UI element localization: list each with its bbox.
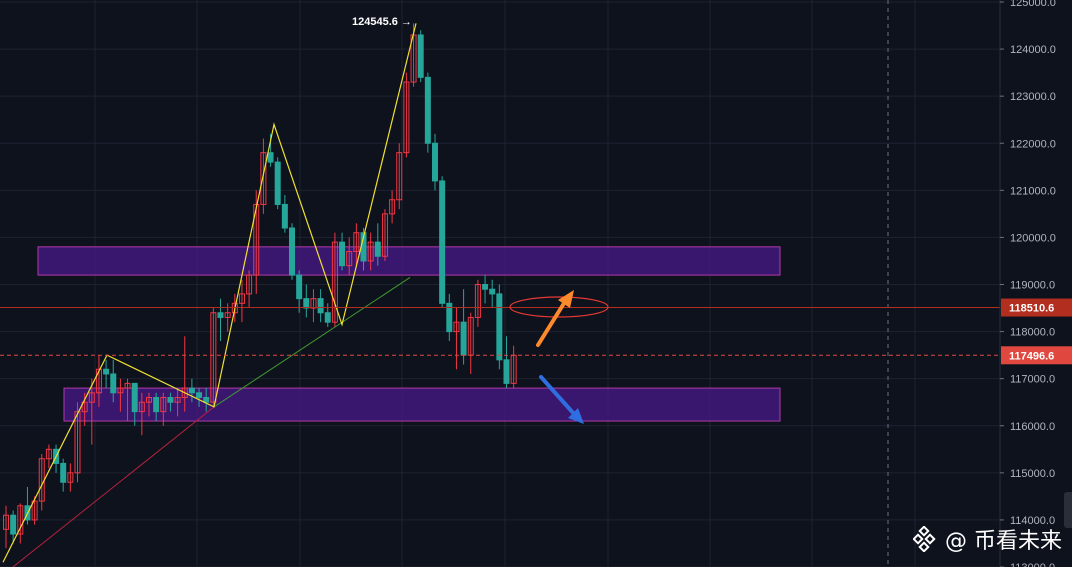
candle-body: [167, 397, 174, 403]
price-tag-label: 118510.6: [1009, 303, 1054, 315]
candle-body: [10, 514, 17, 535]
candle-body: [374, 241, 381, 257]
candle-body: [324, 312, 331, 323]
candle-body: [60, 462, 67, 483]
y-tick-label: 120000.0: [1010, 232, 1056, 244]
candle-body: [274, 161, 281, 205]
candle-body: [103, 368, 110, 375]
candle-body: [417, 34, 424, 78]
trendline-green: [213, 277, 411, 408]
watermark-handle: @ 币看未来: [945, 529, 1062, 554]
trendlines: [12, 277, 411, 567]
candle-body: [110, 373, 117, 394]
chart-grid: [0, 0, 1000, 567]
candle-body: [424, 76, 431, 144]
y-tick-label: 124000.0: [1010, 44, 1056, 56]
zone-rect: [37, 246, 781, 276]
y-tick-label: 116000.0: [1010, 421, 1055, 433]
peak-label: 124545.6 →: [352, 16, 412, 28]
arrow-up-shaft: [536, 298, 568, 347]
y-tick-label: 121000.0: [1010, 185, 1056, 197]
y-tick-label: 113000.0: [1010, 562, 1055, 567]
annotations: 124545.6 →: [352, 16, 609, 424]
candle-body: [317, 298, 324, 314]
candle-body: [281, 203, 288, 229]
price-chart: 124545.6 → 113000.0114000.0115000.011600…: [0, 0, 1072, 567]
candle-body: [503, 359, 510, 384]
candle-body: [217, 312, 224, 318]
watermark: @ 币看未来: [913, 523, 1062, 555]
axis-scroll-handle[interactable]: [1064, 492, 1072, 528]
candlesticks: [3, 23, 517, 549]
candle-body: [439, 180, 446, 304]
candle-body: [296, 274, 303, 300]
candle-body: [131, 382, 138, 413]
y-tick-label: 123000.0: [1010, 91, 1056, 103]
y-tick-label: 122000.0: [1010, 138, 1056, 150]
y-tick-label: 115000.0: [1010, 468, 1055, 480]
price-tag-label: 117496.6: [1009, 350, 1054, 362]
candle-body: [339, 241, 346, 267]
y-tick-label: 125000.0: [1010, 0, 1056, 9]
candle-body: [153, 397, 160, 413]
zone-rect: [63, 387, 781, 422]
candle-body: [303, 298, 310, 309]
candle-body: [432, 142, 438, 182]
candle-body: [203, 397, 210, 403]
candle-body: [489, 288, 496, 295]
binance-square-icon: [913, 526, 936, 552]
candle-body: [482, 284, 489, 290]
candle-body: [496, 293, 503, 361]
price-axis: 113000.0114000.0115000.0116000.0117000.0…: [999, 0, 1072, 567]
y-tick-label: 119000.0: [1010, 280, 1055, 292]
candle-body: [188, 387, 195, 394]
candle-body: [267, 152, 274, 163]
y-tick-label: 117000.0: [1010, 374, 1055, 386]
candle-body: [196, 392, 203, 398]
candle-body: [289, 227, 295, 276]
candle-body: [460, 321, 467, 356]
y-tick-label: 118000.0: [1010, 327, 1055, 339]
